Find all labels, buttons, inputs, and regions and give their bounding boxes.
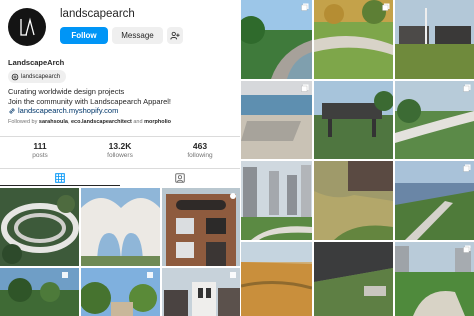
tagged-icon [175,173,185,183]
profile-bio: Curating worldwide design projects Join … [8,87,171,106]
logo-la-icon [20,17,35,36]
divider [0,168,240,169]
followed-by-user[interactable]: morpholio [144,119,171,125]
stat-following[interactable]: 463 following [160,141,240,159]
bio-line-1: Curating worldwide design projects [8,87,125,96]
follow-button[interactable]: Follow [60,27,108,44]
grid-post[interactable] [395,161,474,240]
grid-post[interactable] [314,0,393,79]
carousel-icon [382,3,390,11]
stat-followers[interactable]: 13.2K followers [80,141,160,159]
profile-link[interactable]: landscapearch.myshopify.com [8,106,118,115]
grid-post[interactable] [395,81,474,159]
threads-badge[interactable]: landscapearch [8,70,67,83]
posts-count: 111 [33,141,47,151]
avatar[interactable] [8,8,46,46]
profile-link-text: landscapearch.myshopify.com [18,106,119,115]
profile-username: landscapearch [60,8,135,20]
grid-post[interactable] [314,242,393,316]
grid-post[interactable] [241,0,312,79]
followers-label: followers [107,152,133,159]
grid-post[interactable] [241,81,312,159]
carousel-icon [463,164,471,172]
post-thumbnail[interactable] [162,268,240,316]
followed-by-user[interactable]: sarahsoula [39,119,68,125]
threads-icon [11,73,19,80]
tab-posts[interactable] [0,170,120,186]
carousel-icon [301,84,309,92]
link-icon [9,108,15,113]
carousel-icon [463,84,471,92]
tab-tagged[interactable] [120,170,240,186]
add-user-icon [170,31,180,39]
explore-grid [240,0,474,316]
stat-posts: 111 posts [0,141,80,159]
grid-post[interactable] [241,242,312,316]
profile-panel: landscapearch Follow Message LandscapeAr… [0,0,240,316]
active-tab-indicator [0,185,120,186]
post-thumbnail[interactable] [0,188,79,266]
post-thumbnail[interactable] [0,268,79,316]
followed-by-and: and [133,119,143,125]
posts-label: posts [32,152,48,159]
followers-count: 13.2K [108,141,132,151]
grid-post[interactable] [241,161,312,240]
grid-post[interactable] [314,81,393,159]
followed-by-prefix: Followed by [8,119,38,125]
following-count: 463 [192,141,208,151]
grid-icon [55,173,65,183]
carousel-icon [301,3,309,11]
carousel-icon [463,245,471,253]
post-thumbnail[interactable] [162,188,240,266]
grid-post[interactable] [395,242,474,316]
bio-line-2: Join the community with Landscapearch Ap… [8,96,172,106]
divider [0,136,240,137]
following-label: following [187,152,213,159]
post-thumbnail[interactable] [81,268,160,316]
message-button[interactable]: Message [112,27,163,44]
profile-display-name: LandscapeArch [8,58,65,67]
grid-post[interactable] [395,0,474,79]
grid-post[interactable] [314,161,393,240]
post-thumbnail[interactable] [81,188,160,266]
suggest-users-button[interactable] [167,27,183,44]
followed-by-user[interactable]: eco.landscapearchitect [71,119,132,125]
threads-handle: landscapearch [21,73,61,80]
followed-by[interactable]: Followed by sarahsoula, eco.landscapearc… [8,119,171,125]
